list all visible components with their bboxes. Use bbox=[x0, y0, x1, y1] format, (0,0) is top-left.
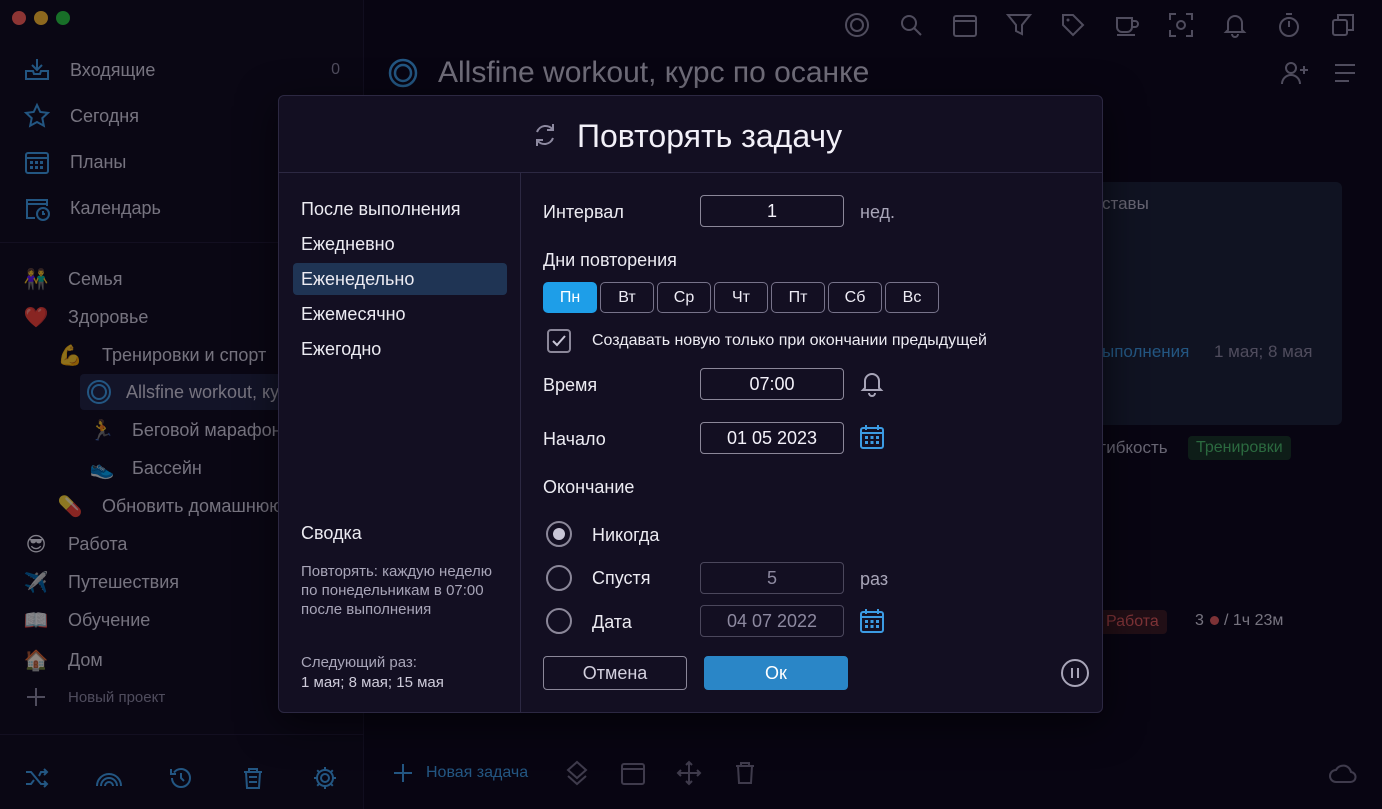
start-date-input[interactable]: 01 05 2023 bbox=[700, 422, 844, 454]
option-monthly[interactable]: Ежемесячно bbox=[293, 298, 507, 330]
dialog-header: Повторять задачу bbox=[279, 96, 1102, 173]
app-window: Входящие 0 Сегодня Планы Календарь 👫 Сем… bbox=[0, 0, 1382, 809]
option-yearly[interactable]: Ежегодно bbox=[293, 333, 507, 365]
end-never-radio[interactable] bbox=[546, 521, 572, 547]
ok-button[interactable]: Ок bbox=[704, 656, 848, 690]
interval-input[interactable]: 1 bbox=[700, 195, 844, 227]
repeat-icon bbox=[531, 121, 559, 154]
day-mon[interactable]: Пн bbox=[543, 282, 597, 313]
time-label: Время bbox=[543, 375, 598, 395]
day-wed[interactable]: Ср bbox=[657, 282, 711, 313]
pause-icon bbox=[1071, 668, 1079, 678]
day-thu[interactable]: Чт bbox=[714, 282, 768, 313]
dialog-title: Повторять задачу bbox=[577, 118, 843, 154]
day-fri[interactable]: Пт bbox=[771, 282, 825, 313]
next-occurrence-title: Следующий раз: bbox=[301, 654, 417, 671]
interval-unit: нед. bbox=[860, 202, 896, 222]
time-input[interactable]: 07:00 bbox=[700, 368, 844, 400]
interval-label: Интервал bbox=[543, 202, 624, 222]
checkbox-label: Создавать новую только при окончании пре… bbox=[592, 332, 987, 349]
option-weekly[interactable]: Еженедельно bbox=[293, 263, 507, 295]
day-tue[interactable]: Вт bbox=[600, 282, 654, 313]
calendar-icon[interactable] bbox=[859, 424, 885, 455]
cancel-button[interactable]: Отмена bbox=[543, 656, 687, 690]
start-label: Начало bbox=[543, 429, 606, 449]
end-after-radio[interactable] bbox=[546, 565, 572, 591]
summary-text: Повторять: каждую неделю по понедельника… bbox=[301, 563, 492, 618]
next-occurrence-text: 1 мая; 8 мая; 15 мая bbox=[301, 674, 444, 691]
create-after-previous-checkbox[interactable] bbox=[547, 329, 571, 353]
summary-title: Сводка bbox=[301, 523, 362, 543]
day-sun[interactable]: Вс bbox=[885, 282, 939, 313]
option-after-completion[interactable]: После выполнения bbox=[293, 193, 507, 225]
end-date-input[interactable]: 04 07 2022 bbox=[700, 605, 844, 637]
end-after-count-input[interactable]: 5 bbox=[700, 562, 844, 594]
frequency-list: После выполнения Ежедневно Еженедельно Е… bbox=[279, 173, 521, 712]
end-after-unit: раз bbox=[860, 569, 889, 589]
day-sat[interactable]: Сб bbox=[828, 282, 882, 313]
bell-icon[interactable] bbox=[859, 369, 885, 402]
days-label: Дни повторения bbox=[543, 250, 677, 270]
pause-button[interactable] bbox=[1061, 659, 1089, 687]
repeat-task-dialog: Повторять задачу После выполнения Ежедне… bbox=[278, 95, 1103, 713]
calendar-icon[interactable] bbox=[859, 608, 885, 639]
end-date-label: Дата bbox=[592, 612, 632, 632]
end-never-label: Никогда bbox=[592, 525, 660, 545]
check-icon bbox=[552, 335, 566, 347]
end-date-radio[interactable] bbox=[546, 608, 572, 634]
end-label: Окончание bbox=[543, 477, 635, 497]
end-after-label: Спустя bbox=[592, 568, 651, 588]
option-daily[interactable]: Ежедневно bbox=[293, 228, 507, 260]
weekday-picker: Пн Вт Ср Чт Пт Сб Вс bbox=[543, 282, 939, 313]
